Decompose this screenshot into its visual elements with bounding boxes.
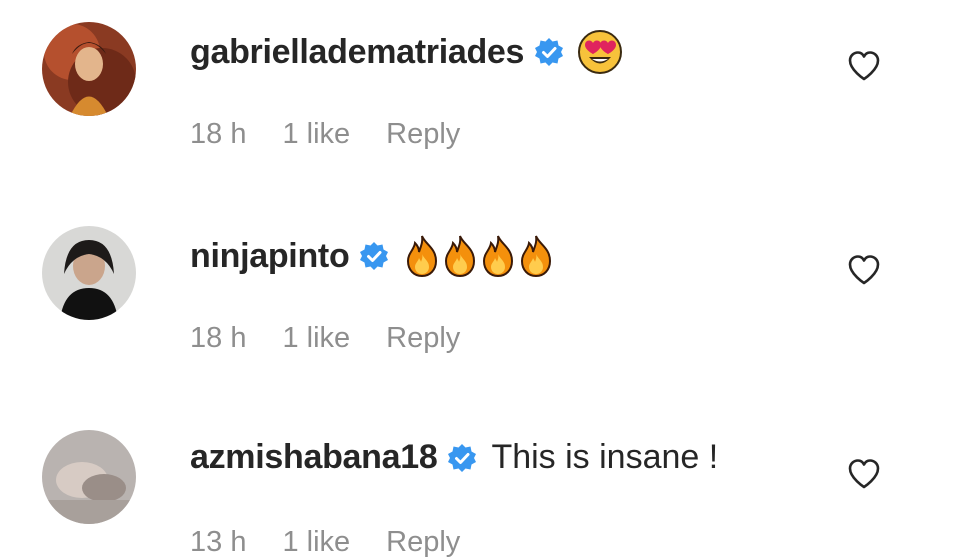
like-heart-icon[interactable] (846, 252, 882, 288)
fire-emoji-icon (479, 234, 517, 278)
verified-badge-icon (447, 443, 477, 473)
avatar[interactable] (42, 226, 136, 320)
username[interactable]: azmishabana18 (190, 438, 438, 477)
comment-header: azmishabana18 This is insane ! (190, 438, 718, 477)
comment-timestamp: 18 h (190, 322, 247, 354)
fire-emoji-icon (403, 234, 441, 278)
comment-text: This is insane ! (491, 438, 719, 476)
reply-button[interactable]: Reply (386, 322, 460, 355)
comment-meta: 13 h 1 like Reply (190, 526, 460, 559)
avatar[interactable] (42, 430, 136, 524)
comment-item: azmishabana18 This is insane ! 13 h 1 li… (0, 0, 960, 558)
likes-count[interactable]: 1 like (282, 322, 350, 355)
comment-timestamp: 13 h (190, 526, 247, 558)
reply-button[interactable]: Reply (386, 526, 460, 559)
username[interactable]: ninjapinto (190, 237, 350, 276)
likes-count[interactable]: 1 like (282, 526, 350, 559)
like-heart-icon[interactable] (846, 456, 882, 492)
fire-emoji-icon (517, 234, 555, 278)
verified-badge-icon (359, 241, 389, 271)
comment-emoji (403, 234, 555, 278)
comment-meta: 18 h 1 like Reply (190, 322, 460, 355)
fire-emoji-icon (441, 234, 479, 278)
comment-header: ninjapinto (190, 234, 555, 278)
